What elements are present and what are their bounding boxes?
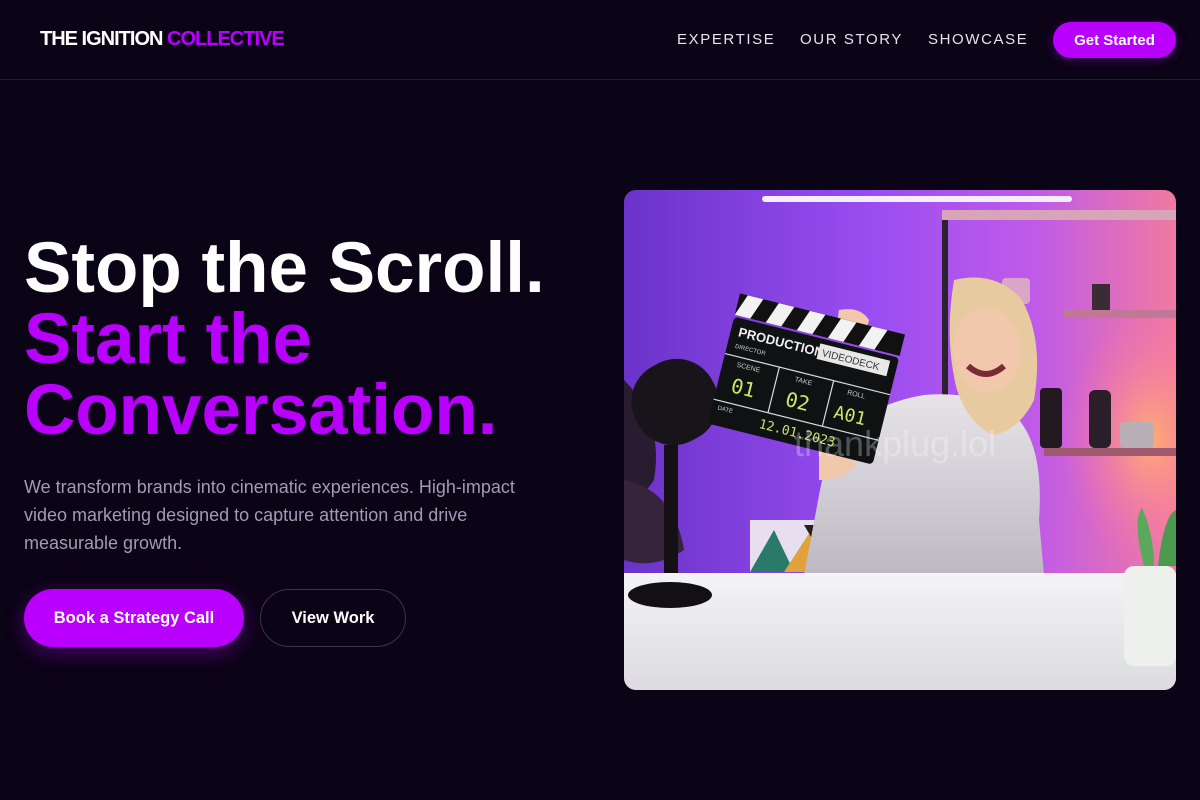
hero-title: Stop the Scroll. Start the Conversation. <box>24 233 614 446</box>
hero-title-line-1: Stop the Scroll. <box>24 229 545 308</box>
hero-title-line-2: Start the <box>24 300 312 379</box>
logo-primary-text: THE IGNITION <box>40 28 163 50</box>
nav-link-our-story[interactable]: OUR STORY <box>800 31 903 48</box>
microphone-base <box>628 582 712 608</box>
hero-image: PRODUCTION VIDEODECK DIRECTOR SCENE TAKE… <box>624 190 1176 690</box>
view-work-button[interactable]: View Work <box>260 589 406 647</box>
led-light-bar <box>762 196 1072 202</box>
hero-description: We transform brands into cinematic exper… <box>24 477 515 553</box>
watermark-text: thankplug.lol <box>794 423 996 464</box>
logo-accent-text: COLLECTIVE <box>167 28 285 50</box>
site-header: THE IGNITION COLLECTIVE EXPERTISE OUR ST… <box>0 0 1200 80</box>
nav-link-showcase[interactable]: SHOWCASE <box>928 31 1028 48</box>
logo[interactable]: THE IGNITION COLLECTIVE <box>40 28 285 51</box>
studio-photo: PRODUCTION VIDEODECK DIRECTOR SCENE TAKE… <box>624 190 1176 690</box>
hero-title-line-3: Conversation. <box>24 371 498 450</box>
get-started-button[interactable]: Get Started <box>1053 22 1176 58</box>
nav-link-expertise[interactable]: EXPERTISE <box>677 31 775 48</box>
book-strategy-call-button[interactable]: Book a Strategy Call <box>24 589 244 647</box>
